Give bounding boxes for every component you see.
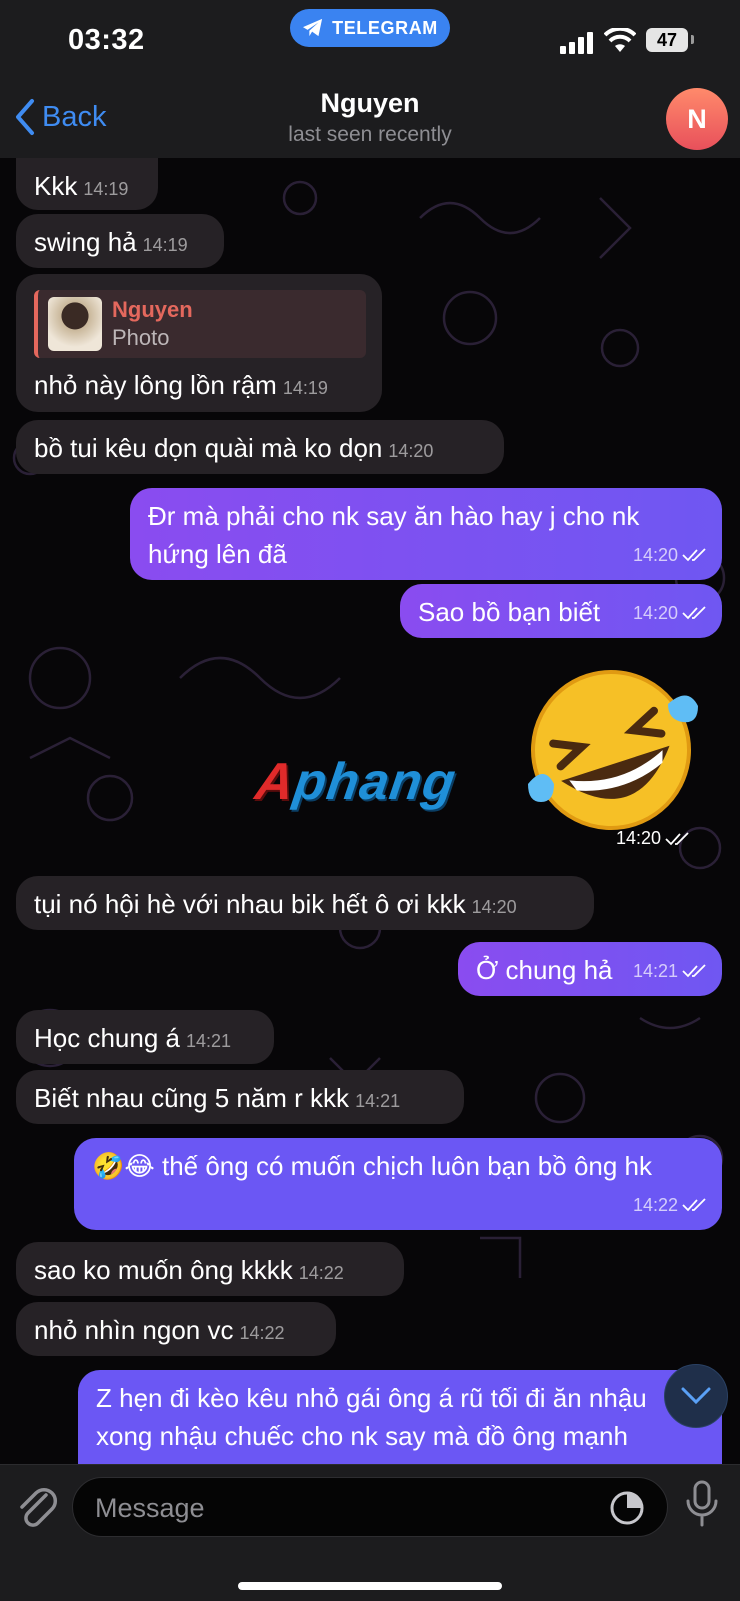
contact-name: Nguyen: [320, 88, 420, 118]
sticker-meta: 14:20: [616, 828, 691, 849]
message-time: 14:19: [142, 235, 188, 255]
chat-header: Back Nguyen last seen recently N: [0, 80, 740, 159]
message-bubble-outgoing[interactable]: Đr mà phải cho nk say ăn hào hay j cho n…: [130, 488, 722, 580]
message-input-field[interactable]: [72, 1477, 668, 1538]
message-text: sao ko muốn ông kkkk: [34, 1255, 293, 1285]
chat-area[interactable]: Kkk 14:19 swing hả 14:19 Nguyen Photo nhỏ …: [0, 158, 740, 1464]
battery-icon: 47: [646, 28, 688, 52]
message-bubble-incoming[interactable]: bồ tui kêu dọn quài mà ko dọn 14:20: [16, 420, 504, 474]
reply-text: Photo: [112, 325, 170, 350]
back-label: Back: [42, 100, 107, 133]
message-meta: 14:22: [633, 1186, 708, 1224]
double-check-icon: [682, 964, 706, 978]
signal-icon: [560, 30, 596, 54]
message-text: 🤣😂 thế ông có muốn chịch luôn bạn bồ ông…: [92, 1151, 653, 1181]
message-time: 14:20: [616, 828, 662, 848]
message-meta: 14:21: [633, 952, 708, 990]
chat-title-area[interactable]: Nguyen last seen recently: [220, 88, 520, 147]
battery-nub: [691, 35, 694, 44]
message-text: Học chung á: [34, 1023, 180, 1053]
message-bubble-outgoing[interactable]: Ở chung hả 14:21: [458, 942, 722, 996]
back-button[interactable]: Back: [14, 98, 106, 136]
reply-photo-thumbnail: [48, 297, 102, 351]
message-time: 14:21: [632, 961, 678, 981]
chevron-left-icon: [16, 99, 34, 135]
avatar[interactable]: N: [666, 88, 728, 150]
message-bubble-incoming[interactable]: Kkk 14:19: [16, 158, 158, 210]
message-time: 14:19: [83, 179, 129, 199]
message-time: 14:19: [282, 378, 328, 398]
message-time: 14:21: [185, 1031, 232, 1051]
message-time: 14:21: [355, 1091, 401, 1111]
laughing-emoji-sticker[interactable]: [518, 666, 704, 834]
chevron-down-icon: [681, 1387, 711, 1405]
clock: 03:32: [68, 24, 145, 56]
double-check-icon: [682, 606, 706, 620]
last-seen-status: last seen recently: [288, 123, 452, 146]
message-text: Kkk: [34, 171, 78, 201]
watermark-logo: Aphang: [251, 753, 460, 811]
message-text: Biết nhau cũng 5 năm r kkk: [34, 1083, 350, 1113]
scroll-to-bottom-button[interactable]: [664, 1364, 728, 1428]
message-time: 14:20: [632, 545, 678, 565]
sticker-icon[interactable]: [607, 1488, 647, 1528]
message-text: nhỏ này lông lồn rậm: [34, 370, 277, 400]
home-indicator: [238, 1582, 502, 1590]
message-bubble-incoming[interactable]: swing hả 14:19: [16, 214, 224, 268]
reply-preview[interactable]: Nguyen Photo: [34, 290, 366, 358]
message-input[interactable]: [93, 1478, 577, 1538]
status-bar: 03:32 TELEGRAM 47: [0, 0, 740, 80]
telegram-pill[interactable]: TELEGRAM: [290, 9, 450, 47]
wifi-icon: [604, 28, 636, 52]
message-text: tụi nó hội hè với nhau bik hết ô ơi kkk: [34, 889, 466, 919]
telegram-icon: [303, 18, 323, 37]
message-bubble-incoming-reply[interactable]: Nguyen Photo nhỏ này lông lồn rậm 14:19: [16, 274, 382, 412]
double-check-icon: [665, 831, 689, 845]
message-time: 14:20: [388, 441, 434, 461]
telegram-pill-label: TELEGRAM: [332, 17, 438, 38]
message-bubble-incoming[interactable]: Học chung á 14:21: [16, 1010, 274, 1064]
message-time: 14:20: [471, 897, 517, 917]
message-bubble-incoming[interactable]: Biết nhau cũng 5 năm r kkk 14:21: [16, 1070, 464, 1124]
message-text: swing hả: [34, 227, 137, 257]
reply-sender-name: Nguyen: [112, 297, 193, 322]
paperclip-icon[interactable]: [16, 1483, 58, 1531]
message-time: 14:22: [298, 1263, 344, 1283]
message-bubble-incoming[interactable]: tụi nó hội hè với nhau bik hết ô ơi kkk 1…: [16, 876, 594, 930]
microphone-icon[interactable]: [684, 1479, 720, 1529]
message-time: 14:22: [239, 1323, 285, 1343]
composer-bar: [0, 1464, 740, 1601]
message-text: nhỏ nhìn ngon vc: [34, 1315, 234, 1345]
double-check-icon: [682, 1198, 706, 1212]
message-time: 14:22: [632, 1195, 678, 1215]
message-bubble-outgoing[interactable]: Sao bồ bạn biết 14:20: [400, 584, 722, 638]
message-text: Sao bồ bạn biết: [418, 597, 601, 627]
message-bubble-outgoing[interactable]: Z hẹn đi kèo kêu nhỏ gái ông á rũ tối đi…: [78, 1370, 722, 1464]
message-bubble-incoming[interactable]: sao ko muốn ông kkkk 14:22: [16, 1242, 404, 1296]
double-check-icon: [682, 548, 706, 562]
message-text: Ở chung hả: [476, 955, 613, 985]
message-text: Z hẹn đi kèo kêu nhỏ gái ông á rũ tối đi…: [96, 1383, 647, 1451]
message-text: Đr mà phải cho nk say ăn hào hay j cho n…: [148, 501, 640, 569]
message-meta: 14:20: [633, 594, 708, 632]
message-time: 14:20: [632, 603, 678, 623]
message-bubble-incoming[interactable]: nhỏ nhìn ngon vc 14:22: [16, 1302, 336, 1356]
message-text: bồ tui kêu dọn quài mà ko dọn: [34, 433, 383, 463]
message-meta: 14:20: [633, 536, 708, 574]
message-bubble-outgoing[interactable]: 🤣😂 thế ông có muốn chịch luôn bạn bồ ông…: [74, 1138, 722, 1230]
